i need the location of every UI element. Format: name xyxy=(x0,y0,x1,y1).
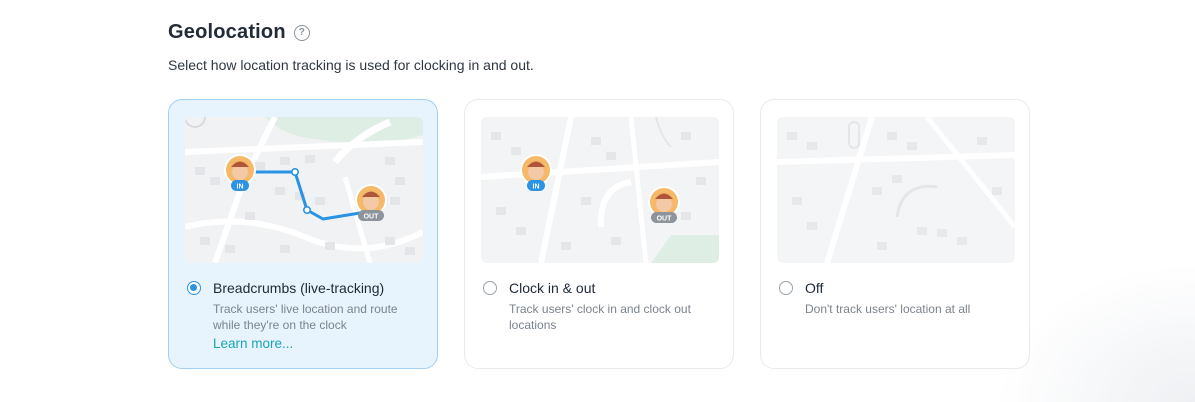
svg-text:OUT: OUT xyxy=(364,214,380,221)
option-description: Track users' clock in and clock out loca… xyxy=(509,302,691,332)
option-breadcrumbs[interactable]: Breadcrumbs (live-tracking) Track users'… xyxy=(187,280,413,351)
option-description: Don't track users' location at all xyxy=(805,302,971,316)
help-icon[interactable]: ? xyxy=(293,24,310,41)
option-card-breadcrumbs[interactable]: IN OUT Breadcrumbs (live-tracking) Track… xyxy=(168,99,438,369)
section-title: Geolocation xyxy=(168,21,286,43)
section-header: Geolocation ? xyxy=(168,21,310,44)
map-preview-breadcrumbs: IN OUT xyxy=(185,117,423,263)
option-card-off[interactable]: Off Don't track users' location at all xyxy=(760,99,1030,369)
clock-out-avatar-icon: OUT xyxy=(355,184,387,221)
map-preview-clock-in-out: IN OUT xyxy=(481,117,719,263)
option-clock-in-out[interactable]: Clock in & out Track users' clock in and… xyxy=(483,280,709,333)
option-label: Off xyxy=(805,280,824,296)
map-preview-off xyxy=(777,117,1015,263)
section-subtitle: Select how location tracking is used for… xyxy=(168,57,534,73)
clock-out-avatar-icon: OUT xyxy=(648,186,680,223)
option-off[interactable]: Off Don't track users' location at all xyxy=(779,280,1005,317)
radio-clock-in-out[interactable] xyxy=(483,281,497,295)
option-label: Clock in & out xyxy=(509,280,596,296)
svg-text:OUT: OUT xyxy=(657,216,673,223)
radio-off[interactable] xyxy=(779,281,793,295)
option-description: Track users' live location and route whi… xyxy=(213,302,398,332)
svg-text:IN: IN xyxy=(237,184,244,191)
svg-text:IN: IN xyxy=(533,184,540,191)
option-label: Breadcrumbs (live-tracking) xyxy=(213,280,385,296)
radio-breadcrumbs[interactable] xyxy=(187,281,201,295)
learn-more-link[interactable]: Learn more... xyxy=(213,336,413,351)
option-card-clock-in-out[interactable]: IN OUT Clock in & out Track users' clock… xyxy=(464,99,734,369)
